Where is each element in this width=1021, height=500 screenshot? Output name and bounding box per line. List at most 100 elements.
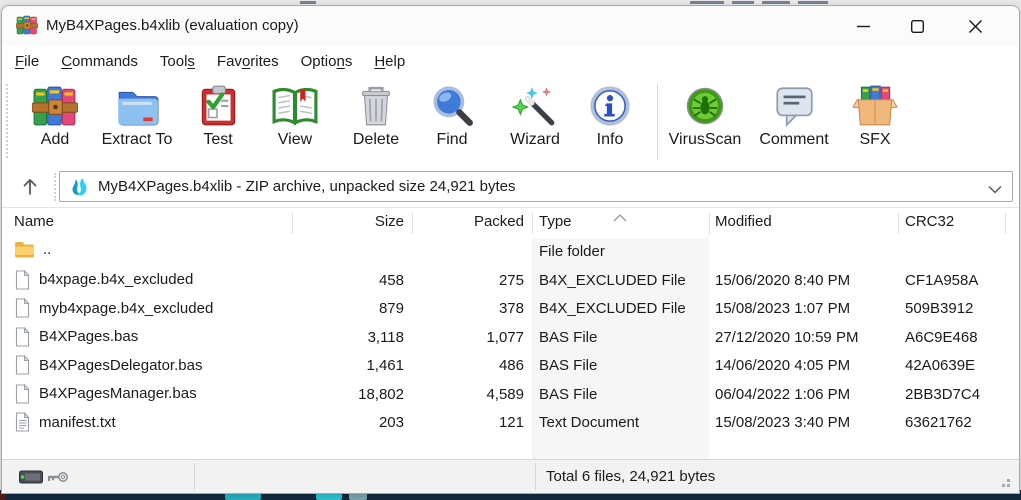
cell-size: 1,461 xyxy=(292,357,404,374)
cell-packed: 275 xyxy=(412,272,524,289)
toolbar: Add Extract To Test xyxy=(2,76,1019,168)
file-icon xyxy=(14,384,31,404)
minimize-icon xyxy=(857,20,870,33)
cell-type: File folder xyxy=(539,243,703,260)
text-file-icon xyxy=(14,412,31,432)
find-button[interactable]: Find xyxy=(421,84,483,166)
toolbar-grip[interactable] xyxy=(6,84,8,158)
cell-size: 458 xyxy=(292,272,404,289)
cell-modified: 15/08/2023 3:40 PM xyxy=(715,414,899,431)
cell-size: 18,802 xyxy=(292,386,404,403)
add-button[interactable]: Add xyxy=(26,84,84,166)
drive-status-icon[interactable] xyxy=(19,470,43,489)
column-header-size[interactable]: Size xyxy=(292,213,404,230)
cell-modified: 15/08/2023 1:07 PM xyxy=(715,300,899,317)
archive-description: MyB4XPages.b4xlib - ZIP archive, unpacke… xyxy=(98,178,515,195)
view-button[interactable]: View xyxy=(260,84,330,166)
table-row[interactable]: b4xpage.b4x_excluded458275B4X_EXCLUDED F… xyxy=(2,267,1019,295)
address-bar-grip[interactable] xyxy=(54,173,56,201)
column-header-packed[interactable]: Packed xyxy=(412,213,524,230)
test-clipboard-icon xyxy=(195,84,241,128)
file-icon xyxy=(14,327,31,347)
wizard-button[interactable]: Wizard xyxy=(498,84,572,166)
cell-type: BAS File xyxy=(539,386,703,403)
column-header-name[interactable]: Name xyxy=(14,213,286,230)
resize-grip[interactable] xyxy=(1007,484,1010,487)
cell-type: BAS File xyxy=(539,357,703,374)
winrar-app-icon xyxy=(16,15,38,36)
info-button[interactable]: Info xyxy=(580,84,640,166)
status-bar: Total 6 files, 24,921 bytes xyxy=(2,459,1019,493)
extract-to-button[interactable]: Extract To xyxy=(90,84,184,166)
b4xlib-archive-icon xyxy=(69,177,90,198)
cell-size: 203 xyxy=(292,414,404,431)
cell-crc32: A6C9E468 xyxy=(905,329,1003,346)
up-arrow-icon xyxy=(22,178,38,196)
menu-help[interactable]: Help xyxy=(363,49,416,74)
cell-type: BAS File xyxy=(539,329,703,346)
virusscan-bug-icon xyxy=(682,84,728,128)
cell-crc32: 2BB3D7C4 xyxy=(905,386,1003,403)
delete-button[interactable]: Delete xyxy=(339,84,413,166)
sort-ascending-icon xyxy=(612,209,628,227)
column-resize-handle[interactable] xyxy=(1005,212,1006,234)
menu-favorites[interactable]: Favorites xyxy=(206,49,290,74)
resize-grip[interactable] xyxy=(1002,484,1005,487)
cell-type: B4X_EXCLUDED File xyxy=(539,272,703,289)
find-magnifier-icon xyxy=(429,84,475,128)
archive-path-combobox[interactable]: MyB4XPages.b4xlib - ZIP archive, unpacke… xyxy=(59,171,1013,202)
cell-size: 3,118 xyxy=(292,329,404,346)
cell-modified: 15/06/2020 8:40 PM xyxy=(715,272,899,289)
up-directory-button[interactable] xyxy=(10,172,50,202)
chevron-down-icon[interactable] xyxy=(988,181,1002,199)
table-row[interactable]: B4XPages.bas3,1181,077BAS File27/12/2020… xyxy=(2,324,1019,352)
menu-tools[interactable]: Tools xyxy=(149,49,206,74)
column-resize-handle[interactable] xyxy=(532,212,533,234)
cell-type: Text Document xyxy=(539,414,703,431)
close-button[interactable] xyxy=(951,10,999,42)
table-row[interactable]: myb4xpage.b4x_excluded879378B4X_EXCLUDED… xyxy=(2,295,1019,323)
column-resize-handle[interactable] xyxy=(898,212,899,234)
test-button[interactable]: Test xyxy=(188,84,248,166)
cell-packed: 4,589 xyxy=(412,386,524,403)
table-row[interactable]: ..File folder xyxy=(2,238,1019,266)
wizard-wand-icon xyxy=(512,84,558,128)
extract-folder-icon xyxy=(114,84,160,128)
cell-packed: 486 xyxy=(412,357,524,374)
delete-trash-icon xyxy=(353,84,399,128)
winrar-books-icon xyxy=(32,84,78,128)
virusscan-button[interactable]: VirusScan xyxy=(664,84,746,166)
view-book-icon xyxy=(272,84,318,128)
cell-name: B4XPagesManager.bas xyxy=(14,384,286,404)
info-circle-icon xyxy=(587,84,633,128)
file-list: ..File folderb4xpage.b4x_excluded458275B… xyxy=(2,238,1019,459)
minimize-button[interactable] xyxy=(839,10,887,42)
cell-packed: 1,077 xyxy=(412,329,524,346)
column-header-crc32[interactable]: CRC32 xyxy=(905,213,1003,230)
resize-grip[interactable] xyxy=(1007,479,1010,482)
menu-bar: File Commands Tools Favorites Options He… xyxy=(2,46,1019,76)
sfx-button[interactable]: SFX xyxy=(842,84,908,166)
column-header-row: Name Size Packed Type Modified CRC32 xyxy=(2,208,1019,238)
statusbar-separator xyxy=(194,463,195,490)
table-row[interactable]: B4XPagesDelegator.bas1,461486BAS File14/… xyxy=(2,352,1019,380)
cell-type: B4X_EXCLUDED File xyxy=(539,300,703,317)
maximize-button[interactable] xyxy=(893,10,941,42)
address-bar-row: MyB4XPages.b4xlib - ZIP archive, unpacke… xyxy=(2,168,1019,208)
table-row[interactable]: manifest.txt203121Text Document15/08/202… xyxy=(2,409,1019,437)
menu-commands[interactable]: Commands xyxy=(50,49,149,74)
column-resize-handle[interactable] xyxy=(709,212,710,234)
toolbar-separator xyxy=(657,84,658,160)
comment-button[interactable]: Comment xyxy=(750,84,838,166)
menu-options[interactable]: Options xyxy=(290,49,364,74)
column-resize-handle[interactable] xyxy=(412,212,413,234)
file-icon xyxy=(14,298,31,318)
column-resize-handle[interactable] xyxy=(292,212,293,234)
sfx-box-icon xyxy=(852,84,898,128)
key-status-icon[interactable] xyxy=(47,470,69,489)
column-header-modified[interactable]: Modified xyxy=(715,213,899,230)
menu-file[interactable]: File xyxy=(4,49,50,74)
cell-name: B4XPagesDelegator.bas xyxy=(14,355,286,375)
table-row[interactable]: B4XPagesManager.bas 18,802 4,589 BAS File 06… xyxy=(2,381,1019,409)
cell-modified: 06/04/2022 1:06 PM xyxy=(715,386,899,403)
